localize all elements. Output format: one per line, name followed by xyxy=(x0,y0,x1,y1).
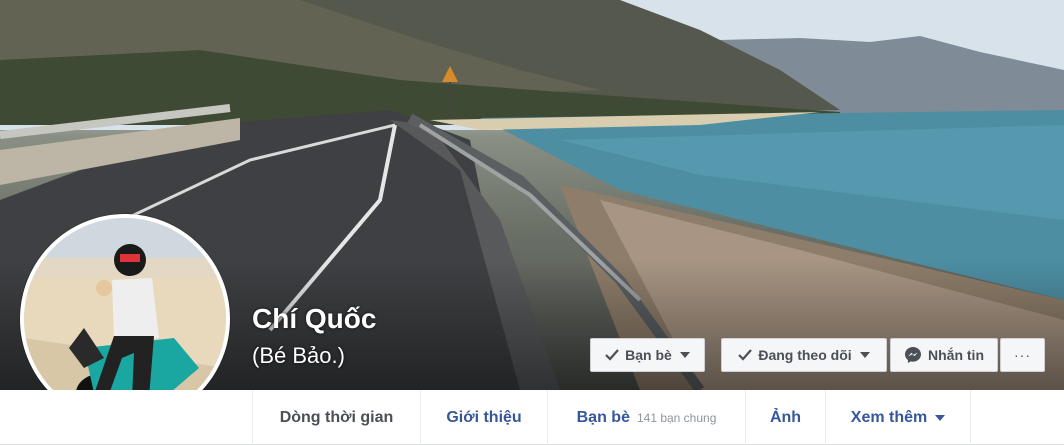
mutual-friends-count: 141 bạn chung xyxy=(636,410,717,425)
tab-photos-label: Ảnh xyxy=(769,408,802,426)
more-options-button[interactable]: ··· xyxy=(1000,338,1045,372)
message-button[interactable]: Nhắn tin xyxy=(890,338,998,372)
messenger-icon xyxy=(904,346,922,364)
tab-friends[interactable]: Bạn bè 141 bạn chung xyxy=(547,390,745,445)
tab-timeline-label: Dòng thời gian xyxy=(279,408,394,426)
tab-more[interactable]: Xem thêm xyxy=(825,390,971,445)
more-options-icon: ··· xyxy=(1014,347,1031,363)
tab-more-label: Xem thêm xyxy=(850,408,928,426)
profile-nav: Dòng thời gian Giới thiệu Bạn bè 141 bạn… xyxy=(0,390,1064,445)
check-icon xyxy=(738,349,753,361)
friends-button-label: Bạn bè xyxy=(625,347,672,363)
chevron-down-icon xyxy=(679,352,690,358)
chevron-down-icon xyxy=(935,414,946,421)
profile-name[interactable]: Chí Quốc xyxy=(252,303,376,335)
tab-about-label: Giới thiệu xyxy=(446,408,522,426)
friends-button[interactable]: Bạn bè xyxy=(590,338,705,372)
tab-timeline[interactable]: Dòng thời gian xyxy=(252,390,420,445)
following-button[interactable]: Đang theo dõi xyxy=(721,338,887,372)
chevron-down-icon xyxy=(859,352,870,358)
tab-about[interactable]: Giới thiệu xyxy=(420,390,547,445)
following-button-label: Đang theo dõi xyxy=(758,347,852,363)
message-button-label: Nhắn tin xyxy=(928,347,984,363)
profile-alternate-name: (Bé Bảo.) xyxy=(252,343,345,368)
check-icon xyxy=(605,349,619,361)
tab-friends-label: Bạn bè xyxy=(576,408,630,426)
tab-photos[interactable]: Ảnh xyxy=(745,390,825,445)
